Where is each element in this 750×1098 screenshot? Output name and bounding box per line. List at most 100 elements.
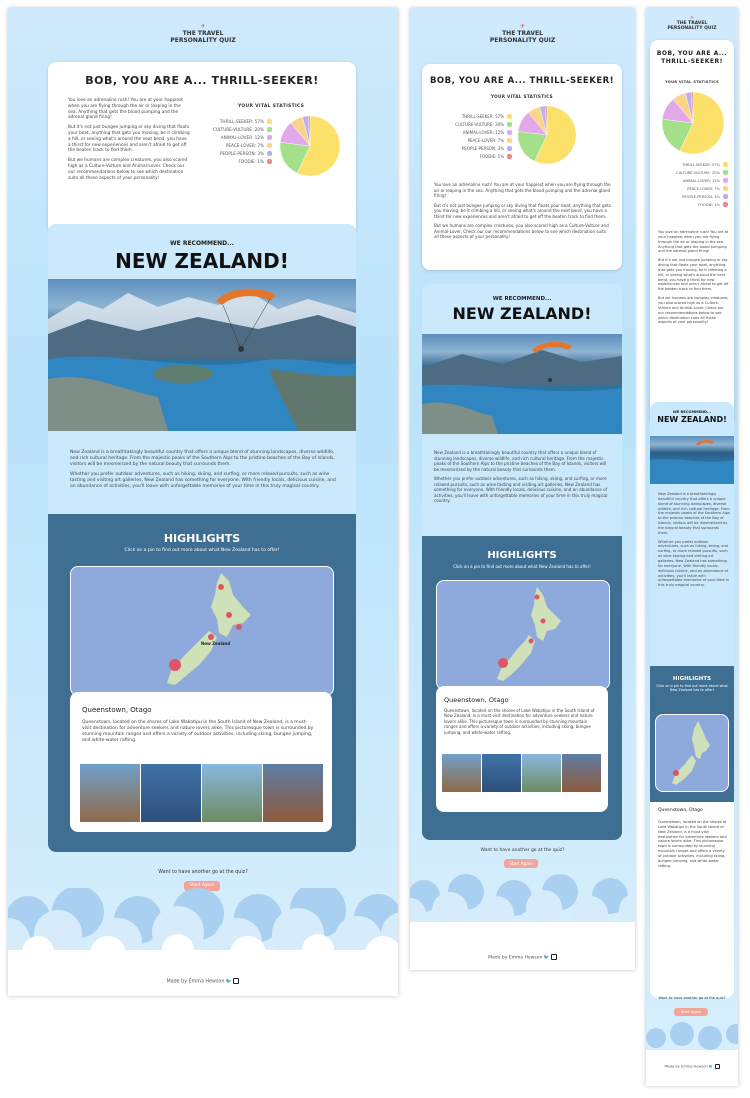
stats-legend-swatch	[267, 127, 272, 132]
instagram-icon[interactable]	[233, 978, 240, 984]
start-again-button[interactable]: Start Again	[674, 1008, 708, 1016]
new-zealand-map[interactable]	[655, 714, 729, 792]
location-description: Queenstown, located on the shores of Lak…	[444, 708, 595, 735]
recommend-subtitle: WE RECOMMEND...	[672, 410, 712, 414]
stats-legend-swatch	[507, 146, 512, 151]
stats-legend-label: ANIMAL-LOVER: 12%	[682, 178, 720, 183]
stats-legend-swatch	[267, 143, 272, 148]
stats-legend-label: FOODIE: 1%	[698, 202, 720, 207]
clouds-decoration	[8, 888, 398, 968]
mobile-view: ✈ THE TRAVEL PERSONALITY QUIZ BOB, YOU A…	[646, 8, 738, 1086]
twitter-icon[interactable]: 🐦	[709, 1065, 713, 1069]
stats-legend-label: PEOPLE-PERSON: 3%	[219, 151, 264, 156]
stats-legend-item: PEOPLE-PERSON: 3%	[432, 146, 512, 151]
stats-legend-label: THRILL-SEEKER: 57%	[219, 119, 264, 124]
recommend-subtitle: WE RECOMMEND...	[492, 296, 552, 302]
twitter-icon[interactable]: 🐦	[544, 956, 550, 961]
recommend-subtitle: WE RECOMMEND...	[170, 240, 234, 247]
location-title: Queenstown, Otago	[444, 696, 509, 704]
stats-legend-label: ANIMAL-LOVER: 12%	[462, 130, 504, 135]
location-card: Queenstown, Otago Queenstown, located on…	[650, 802, 734, 998]
stats-legend-swatch	[723, 202, 728, 207]
stats-legend-label: CULTURE-VULTURE: 20%	[212, 127, 264, 132]
stats-title: YOUR VITAL STATISTICS	[238, 104, 305, 109]
stats-legend-swatch	[507, 154, 512, 159]
stats-legend-item: THRILL-SEEKER: 57%	[432, 114, 512, 119]
stats-legend-swatch	[267, 151, 272, 156]
instagram-icon[interactable]	[714, 1064, 720, 1069]
highlights-subtitle: Click on a pin to find out more about wh…	[124, 548, 280, 553]
result-title: BOB, YOU ARE A... THRILL-SEEKER!	[429, 76, 615, 86]
stats-legend-item: CULTURE-VULTURE: 20%	[432, 122, 512, 127]
gallery-photo[interactable]	[482, 754, 521, 792]
site-logo[interactable]: ✈ THE TRAVEL PERSONALITY QUIZ	[646, 16, 738, 32]
stats-legend-label: PEOPLE-PERSON: 3%	[461, 146, 504, 151]
map-country-label: New Zealand	[201, 641, 231, 646]
highlights-subtitle: Click on a pin to find out more about wh…	[453, 564, 591, 569]
stats-legend-item: PEOPLE-PERSON: 3%	[196, 151, 272, 156]
highlights-subtitle: Click on a pin to find out more about wh…	[656, 684, 728, 692]
stats-legend-label: PEOPLE-PERSON: 3%	[682, 194, 720, 199]
new-zealand-hero-image	[48, 279, 356, 431]
new-zealand-hero-image	[422, 334, 622, 434]
stats-legend-item: FOODIE: 1%	[432, 154, 512, 159]
footer: Made by Emma Hewson 🐦	[8, 978, 398, 985]
instagram-icon[interactable]	[550, 954, 557, 960]
stats-legend-swatch	[723, 178, 728, 183]
result-card: BOB, YOU ARE A... THRILL-SEEKER! YOUR VI…	[422, 64, 622, 270]
recommendation-section: WE RECOMMEND... NEW ZEALAND! New Zealand…	[48, 224, 356, 852]
stats-title: YOUR VITAL STATISTICS	[664, 80, 720, 84]
gallery-photo[interactable]	[522, 754, 561, 792]
stats-title: YOUR VITAL STATISTICS	[491, 94, 553, 99]
location-title: Queenstown, Otago	[658, 808, 703, 813]
stats-legend: THRILL-SEEKER: 57% CULTURE-VULTURE: 20% AN…	[432, 114, 512, 162]
stats-legend-item: PEACE-LOVER: 7%	[432, 138, 512, 143]
new-zealand-map[interactable]	[436, 580, 610, 690]
stats-legend-swatch	[507, 114, 512, 119]
twitter-icon[interactable]: 🐦	[226, 980, 232, 985]
location-description: Queenstown, located on the shores of Lak…	[82, 720, 314, 744]
result-description: You love an adrenaline rush! You are at …	[68, 98, 190, 181]
gallery-photo[interactable]	[442, 754, 481, 792]
stats-legend-item: PEOPLE-PERSON: 3%	[654, 194, 728, 199]
stats-legend-label: PEACE-LOVER: 7%	[687, 186, 720, 191]
stats-legend-label: FOODIE: 1%	[238, 159, 265, 164]
start-again-button[interactable]: Start Again	[504, 859, 538, 868]
plane-icon: ✈	[519, 23, 526, 30]
gallery-photo[interactable]	[562, 754, 601, 792]
stats-legend-item: FOODIE: 1%	[196, 159, 272, 164]
stats-legend-swatch	[267, 119, 272, 124]
stats-legend-item: PEACE-LOVER: 7%	[654, 186, 728, 191]
highlights-section: HIGHLIGHTS Click on a pin to find out mo…	[48, 514, 356, 852]
clouds-decoration	[410, 874, 635, 934]
highlights-title: HIGHLIGHTS	[672, 676, 712, 682]
footer: Made by Emma Hewson 🐦	[410, 954, 635, 961]
plane-icon: ✈	[200, 23, 206, 30]
site-logo[interactable]: ✈ THE TRAVEL PERSONALITY QUIZ	[410, 23, 635, 45]
stats-pie-chart	[661, 91, 725, 155]
recommend-description: New Zealand is a breathtakingly beautifu…	[434, 450, 608, 504]
stats-legend-item: PEACE-LOVER: 7%	[196, 143, 272, 148]
highlights-title: HIGHLIGHTS	[487, 550, 557, 561]
stats-legend-item: ANIMAL-LOVER: 12%	[432, 130, 512, 135]
stats-legend-label: CULTURE-VULTURE: 20%	[676, 170, 720, 175]
stats-legend-swatch	[267, 159, 272, 164]
new-zealand-map[interactable]: New Zealand	[70, 566, 334, 696]
highlights-title: HIGHLIGHTS	[163, 532, 241, 545]
gallery-photo[interactable]	[263, 764, 323, 822]
stats-legend-label: PEACE-LOVER: 7%	[225, 143, 264, 148]
site-logo[interactable]: ✈ THE TRAVEL PERSONALITY QUIZ	[8, 23, 398, 45]
recommendation-section: WE RECOMMEND... NEW ZEALAND! New Zealand…	[422, 284, 622, 840]
gallery-photo[interactable]	[202, 764, 262, 822]
stats-legend-item: FOODIE: 1%	[654, 202, 728, 207]
stats-legend-label: ANIMAL-LOVER: 12%	[220, 135, 264, 140]
stats-legend-swatch	[723, 194, 728, 199]
gallery-photo[interactable]	[141, 764, 201, 822]
result-description: You love an adrenaline rush! You are at …	[434, 182, 611, 240]
retry-prompt: Want to have another go at the quiz?	[480, 848, 565, 853]
stats-legend-swatch	[507, 130, 512, 135]
gallery-photo[interactable]	[80, 764, 140, 822]
location-description: Queenstown, located on the shores of Lak…	[658, 820, 727, 868]
recommendation-section: WE RECOMMEND... NEW ZEALAND! New Zealand…	[650, 402, 734, 842]
highlights-section: HIGHLIGHTS Click on a pin to find out mo…	[422, 536, 622, 840]
